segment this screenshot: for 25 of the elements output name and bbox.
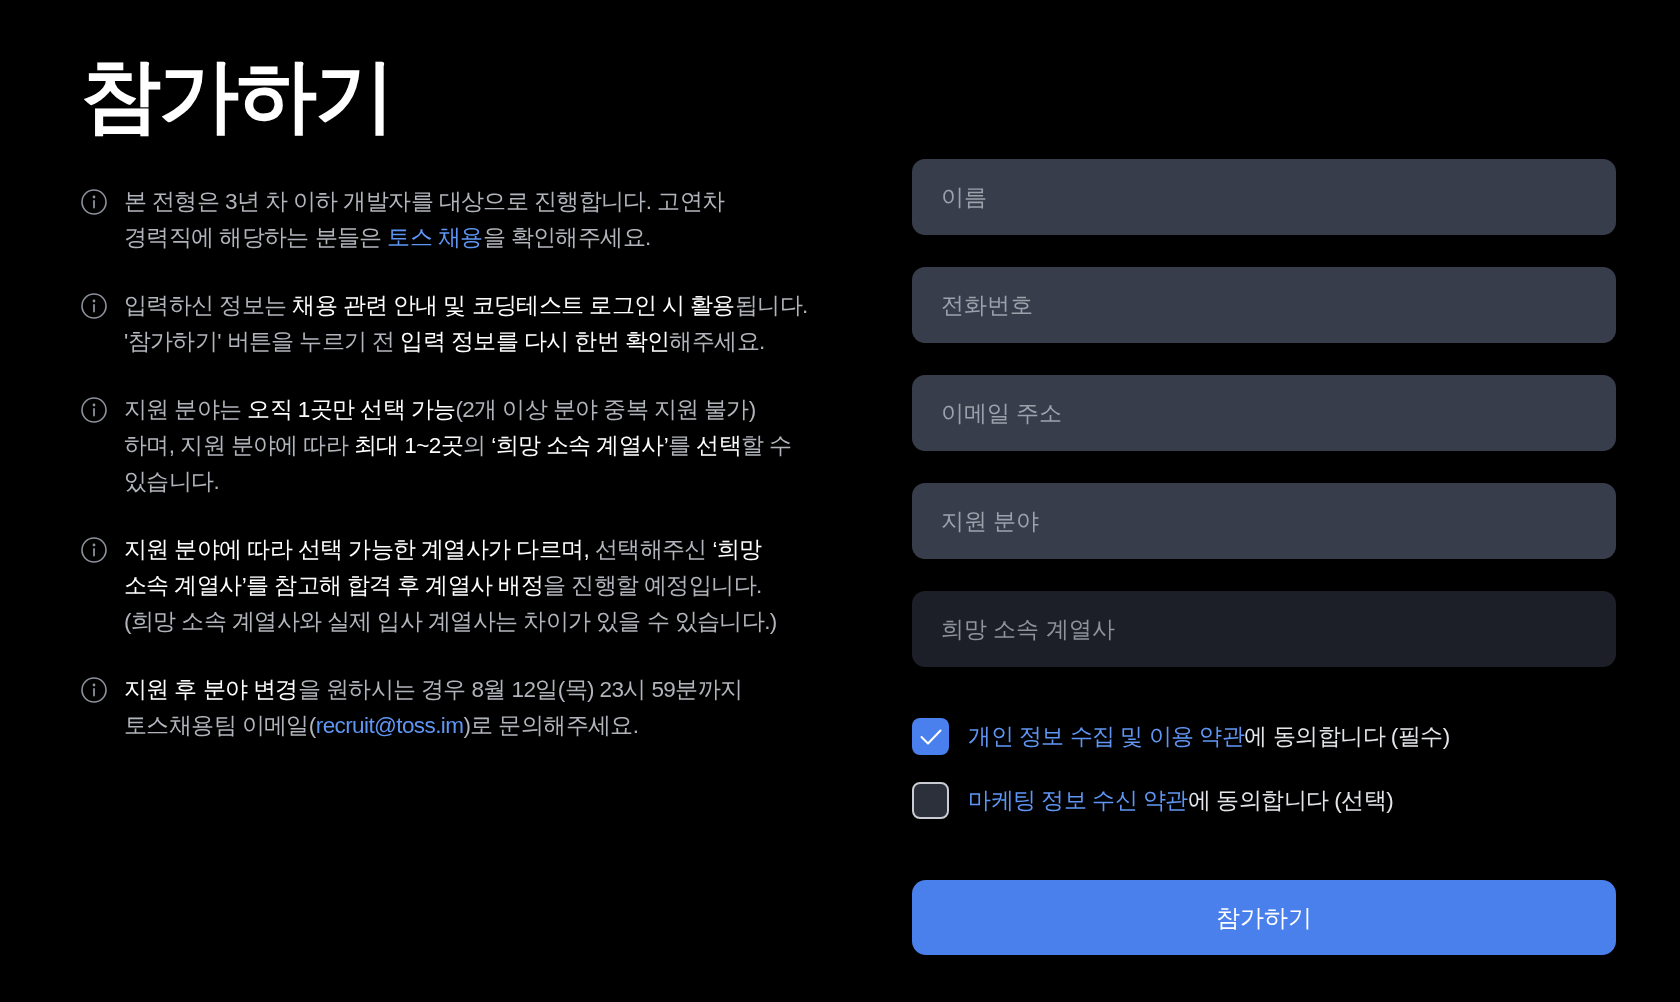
info-icon: [81, 293, 107, 319]
input-field[interactable]: 전화번호: [912, 267, 1616, 343]
notice-text: 지원 후 분야 변경을 원하시는 경우 8월 12일(목) 23시 59분까지 토스채용팀 이메일(recruit@toss.im)로 문의해주세요.: [124, 676, 744, 740]
checkbox[interactable]: [912, 718, 949, 755]
link[interactable]: recruit@toss.im: [315, 713, 464, 738]
check-icon: [919, 728, 942, 745]
consent-label: 마케팅 정보 수신 약관에 동의합니다 (선택): [968, 786, 1394, 815]
input-field[interactable]: 이름: [912, 159, 1616, 235]
page-title: 참가하기: [81, 50, 393, 142]
info-icon: [81, 189, 107, 215]
info-icon: [81, 537, 107, 563]
terms-link[interactable]: 마케팅 정보 수신 약관: [968, 787, 1188, 813]
submit-button[interactable]: 참가하기: [912, 880, 1616, 955]
notice-text: 입력하신 정보는 채용 관련 안내 및 코딩테스트 로그인 시 활용됩니다. '참가하기' 버튼을 누르기 전 입력 정보를 다시 한번 확인해주세요.: [124, 292, 808, 356]
notice-text: 지원 분야는 오직 1곳만 선택 가능(2개 이상 분야 중복 지원 불가) 하며, 지원 분야에 따라 최대 1~2곳의 ‘희망 소속 계열사’를 선택할 수 있습니다.: [124, 396, 793, 496]
terms-link[interactable]: 개인 정보 수집 및 이용 약관: [968, 723, 1245, 749]
info-icon: [81, 397, 107, 423]
link[interactable]: 토스 채용: [387, 225, 483, 250]
checkbox[interactable]: [912, 782, 949, 819]
notice-text: 본 전형은 3년 차 이하 개발자를 대상으로 진행합니다. 고연차 경력직에 해당하는 분들은 토스 채용을 확인해주세요.: [124, 188, 726, 252]
input-field[interactable]: 지원 분야: [912, 483, 1616, 559]
notice-text: 지원 분야에 따라 선택 가능한 계열사가 다르며, 선택해주신 ‘희망 소속 계열사’를 참고해 합격 후 계열사 배정을 진행할 예정입니다. (희망 소속 계열사와 실제 입사 계열사는 차이가 있을 수 있습니다.): [124, 536, 778, 636]
consent-label: 개인 정보 수집 및 이용 약관에 동의합니다 (필수): [968, 722, 1450, 751]
info-icon: [81, 677, 107, 703]
input-field[interactable]: 이메일 주소: [912, 375, 1616, 451]
